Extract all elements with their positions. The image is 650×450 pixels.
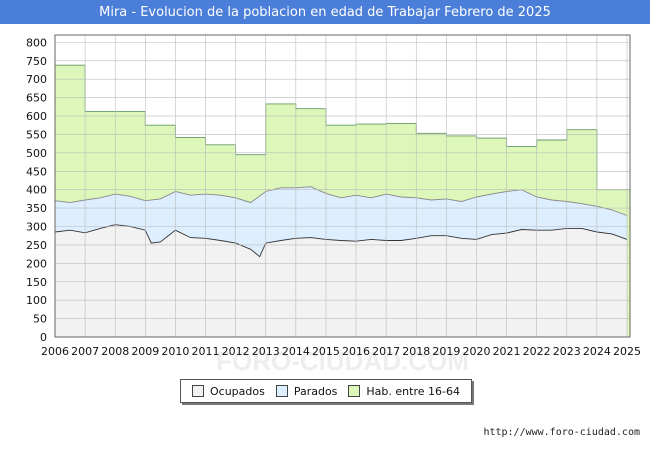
y-tick-label-250: 250 <box>26 239 47 252</box>
y-tick-label-700: 700 <box>26 73 47 86</box>
x-tick-label-2020: 2020 <box>462 345 490 358</box>
legend-swatch-ocupados <box>191 385 204 397</box>
x-tick-label-2019: 2019 <box>432 345 460 358</box>
x-tick-label-2013: 2013 <box>252 345 280 358</box>
legend-label-ocupados: Ocupados <box>209 384 265 398</box>
y-tick-label-300: 300 <box>26 221 47 234</box>
legend-swatch-habitantes <box>348 385 361 397</box>
x-tick-label-2007: 2007 <box>71 345 99 358</box>
x-tick-label-2008: 2008 <box>101 345 129 358</box>
y-tick-label-650: 650 <box>26 92 47 105</box>
source-link[interactable]: http://www.foro-ciudad.com <box>483 427 640 438</box>
y-tick-label-0: 0 <box>40 331 47 344</box>
legend-item-habitantes: Hab. entre 16-64 <box>348 385 460 398</box>
x-tick-label-2011: 2011 <box>192 345 220 358</box>
y-tick-label-100: 100 <box>26 294 47 307</box>
area-ocupados <box>55 224 627 337</box>
y-tick-label-800: 800 <box>26 36 47 49</box>
y-tick-label-150: 150 <box>26 276 47 289</box>
x-tick-label-2023: 2023 <box>553 345 581 358</box>
x-tick-label-2025: 2025 <box>613 345 641 358</box>
y-tick-label-200: 200 <box>26 257 47 270</box>
legend-swatch-parados <box>275 385 288 397</box>
legend-label-habitantes: Hab. entre 16-64 <box>366 384 460 398</box>
x-tick-label-2022: 2022 <box>523 345 551 358</box>
x-tick-label-2021: 2021 <box>493 345 521 358</box>
x-tick-label-2017: 2017 <box>372 345 400 358</box>
y-tick-label-350: 350 <box>26 202 47 215</box>
legend-label-parados: Parados <box>293 384 338 398</box>
y-tick-label-450: 450 <box>26 165 47 178</box>
x-tick-label-2014: 2014 <box>282 345 310 358</box>
legend-item-parados: Parados <box>275 384 338 398</box>
y-tick-label-600: 600 <box>26 110 47 123</box>
legend: Ocupados Parados Hab. entre 16-64 <box>180 379 472 403</box>
y-tick-label-550: 550 <box>26 128 47 141</box>
y-tick-label-50: 50 <box>33 313 47 326</box>
legend-item-ocupados: Ocupados <box>191 384 265 398</box>
x-tick-label-2009: 2009 <box>131 345 159 358</box>
x-tick-label-2024: 2024 <box>583 345 611 358</box>
y-tick-label-500: 500 <box>26 147 47 160</box>
x-tick-label-2018: 2018 <box>402 345 430 358</box>
x-tick-label-2010: 2010 <box>161 345 189 358</box>
y-tick-label-750: 750 <box>26 55 47 68</box>
x-tick-label-2016: 2016 <box>342 345 370 358</box>
x-tick-label-2006: 2006 <box>41 345 69 358</box>
x-tick-label-2012: 2012 <box>222 345 250 358</box>
x-tick-label-2015: 2015 <box>312 345 340 358</box>
y-tick-label-400: 400 <box>26 184 47 197</box>
